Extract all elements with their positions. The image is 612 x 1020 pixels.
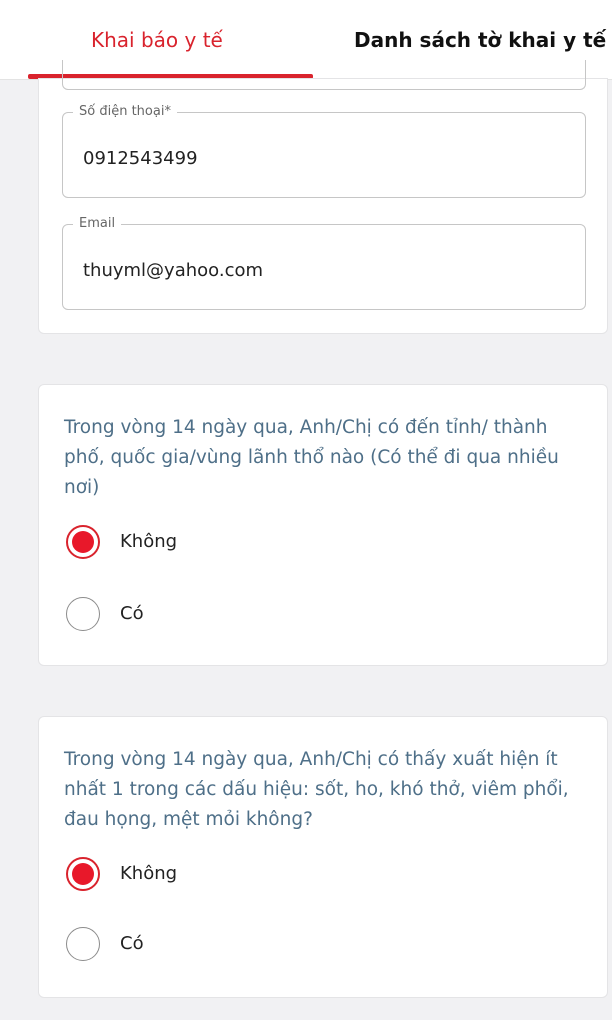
radio-selected-icon[interactable] <box>66 857 100 891</box>
radio-option-label: Có <box>120 603 144 624</box>
question-card-symptoms: Trong vòng 14 ngày qua, Anh/Chị có thấy … <box>38 716 608 998</box>
phone-field[interactable]: Số điện thoại* 0912543499 <box>62 103 586 198</box>
email-field-value[interactable]: thuyml@yahoo.com <box>83 259 263 283</box>
radio-unselected-icon[interactable] <box>66 927 100 961</box>
phone-field-value[interactable]: 0912543499 <box>83 147 198 171</box>
radio-selected-icon[interactable] <box>66 525 100 559</box>
radio-option-khong[interactable]: Không <box>66 525 366 559</box>
radio-unselected-icon[interactable] <box>66 597 100 631</box>
question-text: Trong vòng 14 ngày qua, Anh/Chị có đến t… <box>64 417 559 498</box>
email-field-label: Email <box>73 215 122 233</box>
radio-option-co[interactable]: Có <box>66 927 366 961</box>
radio-option-co[interactable]: Có <box>66 597 366 631</box>
question-text: Trong vòng 14 ngày qua, Anh/Chị có thấy … <box>64 749 569 830</box>
radio-option-label: Không <box>120 531 178 552</box>
question-card-travel: Trong vòng 14 ngày qua, Anh/Chị có đến t… <box>38 384 608 666</box>
tab-danh-sach-to-khai[interactable]: Danh sách tờ khai y tế <box>354 20 606 60</box>
radio-option-khong[interactable]: Không <box>66 857 366 891</box>
radio-option-label: Có <box>120 933 144 954</box>
previous-field-edge[interactable] <box>62 60 586 90</box>
phone-field-label: Số điện thoại* <box>73 103 177 121</box>
email-field[interactable]: Email thuyml@yahoo.com <box>62 215 586 310</box>
tab-khai-bao-y-te[interactable]: Khai báo y tế <box>91 20 223 60</box>
radio-option-label: Không <box>120 863 178 884</box>
